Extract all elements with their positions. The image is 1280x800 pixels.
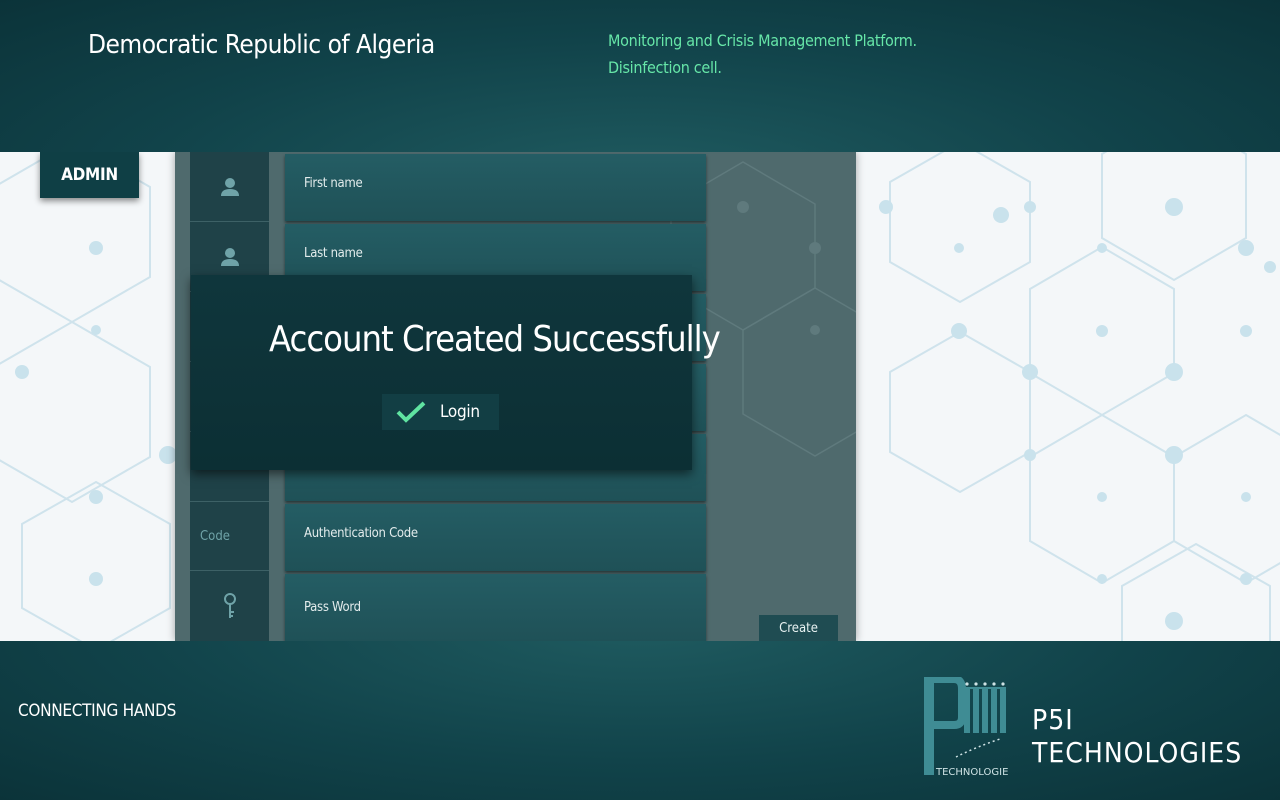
logo-text: TECHNOLOGIES [935, 767, 1008, 778]
first-name-label: First name [304, 176, 363, 191]
footer-bar: CONNECTING HANDS TECHNOLOGIES P5I TECHNO… [0, 641, 1280, 800]
user-icon [220, 177, 239, 196]
p5i-logo-icon: TECHNOLOGIES [924, 677, 1008, 778]
code-icon-cell: Code [190, 502, 269, 571]
password-icon-cell [190, 572, 269, 641]
last-name-label: Last name [304, 246, 363, 261]
create-button[interactable]: Create [759, 615, 838, 641]
password-field[interactable]: Pass Word [285, 574, 706, 641]
admin-tab[interactable]: ADMIN [40, 152, 139, 198]
authentication-code-field[interactable]: Authentication Code [285, 504, 706, 571]
first-name-icon-cell [190, 152, 269, 222]
first-name-field[interactable]: First name [285, 154, 706, 221]
key-icon [223, 592, 236, 618]
login-button[interactable]: Login [382, 394, 499, 430]
authentication-code-label: Authentication Code [304, 526, 418, 541]
header-bar: Democratic Republic of Algeria Monitorin… [0, 0, 1280, 152]
success-message: Account Created Successfully [269, 319, 721, 360]
tagline: CONNECTING HANDS [18, 701, 177, 721]
platform-subtitle: Disinfection cell. [608, 58, 722, 77]
platform-title: Monitoring and Crisis Management Platfor… [608, 31, 917, 50]
login-button-label: Login [440, 402, 480, 422]
country-title: Democratic Republic of Algeria [88, 30, 435, 60]
company-name: P5I TECHNOLOGIES [1032, 703, 1243, 769]
password-label: Pass Word [304, 600, 361, 615]
user-icon [220, 247, 239, 266]
success-dialog: Account Created Successfully Login [191, 275, 721, 470]
checkmark-icon [396, 401, 426, 423]
